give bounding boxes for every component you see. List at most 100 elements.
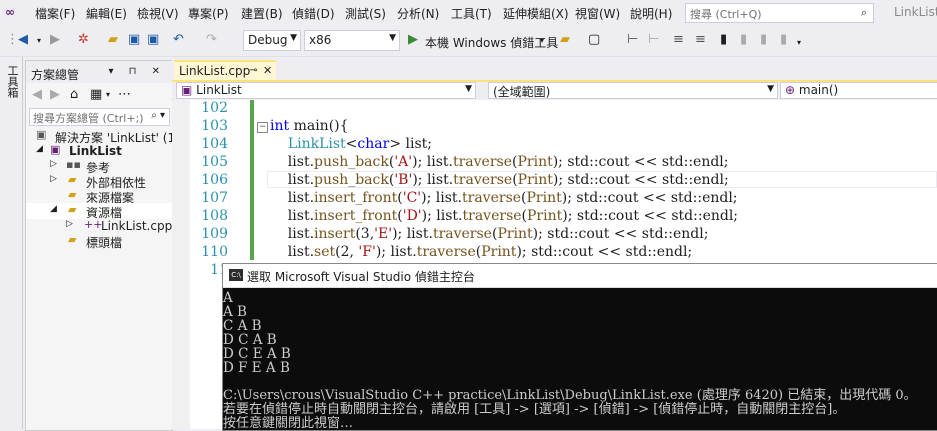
method-icon: ⊕ (785, 83, 796, 97)
function-token: Print (481, 244, 517, 260)
project-scope-select[interactable]: ▣ LinkList ▼ (176, 82, 476, 99)
menu-test[interactable]: 測試(S) (345, 5, 386, 22)
folder-open-icon: ▰ (68, 203, 77, 216)
prev-bookmark-icon[interactable]: ▮ (740, 32, 747, 47)
menu-debug[interactable]: 偵錯(D) (292, 5, 335, 22)
tree-item-label: LinkList (69, 144, 122, 158)
run-debugger-button[interactable]: 本機 Windows 偵錯工具 (425, 34, 558, 51)
search-icon[interactable]: ⌕ (861, 6, 867, 20)
line-number: 103 (201, 118, 228, 134)
save-icon[interactable]: ▣ (128, 32, 140, 47)
solution-explorer-toolbar: ◀ ▶ ⌂ ▦ ▾ ⋯ (26, 83, 172, 105)
method-token: push_back (314, 154, 389, 170)
back-icon[interactable]: ◀ (18, 32, 28, 47)
tree-item-project[interactable]: ◢ ▣ LinkList (26, 143, 172, 159)
console-title: 選取 Microsoft Visual Studio 偵錯主控台 (247, 270, 475, 284)
tree-item-solution[interactable]: ▣ 解決方案 'LinkList' (1 個 (26, 128, 191, 145)
bookmark-icon[interactable]: ▮ (720, 32, 727, 47)
tree-item-cpp-file[interactable]: ▷ ++ LinkList.cpp (26, 218, 172, 234)
pin-icon[interactable]: ⊸ (249, 65, 257, 76)
home-icon[interactable]: ⌂ (70, 87, 78, 102)
line-number: 110 (201, 244, 228, 260)
vs-logo-icon[interactable]: ∞ (5, 5, 15, 19)
save-all-icon[interactable]: ▣ (147, 32, 159, 47)
redo-icon[interactable]: ↷ (206, 32, 217, 47)
collapse-icon[interactable]: − (257, 122, 268, 133)
menu-tools[interactable]: 工具(T) (451, 5, 492, 22)
menu-project[interactable]: 專案(P) (188, 5, 229, 22)
function-token: Print (526, 190, 562, 206)
forward-icon[interactable]: ▶ (50, 87, 60, 102)
menu-analyze[interactable]: 分析(N) (397, 5, 439, 22)
back-icon[interactable]: ◀ (32, 87, 42, 102)
project-icon: ▣ (181, 83, 193, 97)
menu-window[interactable]: 視窗(W) (575, 5, 620, 22)
expand-icon[interactable]: ▷ (50, 159, 57, 169)
expand-icon[interactable]: ◢ (50, 204, 57, 214)
console-line: 按任意鍵關閉此視窗… (223, 416, 354, 431)
solution-explorer: 方案總管 ▾ ⊓ ✕ ◀ ▶ ⌂ ▦ ▾ ⋯ 搜尋方案總管 (Ctrl+;) ⌕… (25, 60, 191, 431)
solution-search-input[interactable]: 搜尋方案總管 (Ctrl+;) ⌕ ▾ (29, 108, 170, 126)
member-value: ⊕ main() (785, 83, 838, 97)
member-select[interactable]: ⊕ main() (780, 82, 937, 99)
hot-reload-icon[interactable]: ▰ (560, 32, 570, 47)
search-placeholder: 搜尋 (Ctrl+Q) (690, 8, 762, 21)
indicator-margin (172, 100, 190, 429)
code-line: list.insert_front('D'); list.traverse(Pr… (270, 208, 739, 224)
tree-item-references[interactable]: ▷ ▪▪ 參考 (26, 158, 172, 175)
console-title-bar[interactable]: C:\ 選取 Microsoft Visual Studio 偵錯主控台 (223, 264, 937, 288)
new-project-icon[interactable]: ✲ (78, 32, 89, 47)
search-input[interactable]: 搜尋 (Ctrl+Q) ⌕ (685, 3, 874, 23)
toolbox-label[interactable]: 工具箱 (4, 65, 20, 98)
undo-icon[interactable]: ↶ (173, 32, 184, 47)
config-select[interactable]: Debug ▼ (243, 30, 301, 51)
run-dropdown-icon[interactable]: ▾ (540, 36, 544, 45)
platform-select[interactable]: x86 ▼ (304, 30, 400, 51)
close-icon[interactable]: ✕ (263, 64, 272, 77)
menu-view[interactable]: 檢視(V) (137, 5, 179, 22)
open-file-icon[interactable]: ▰ (108, 32, 118, 47)
line-number: 104 (201, 136, 228, 152)
menu-edit[interactable]: 編輯(E) (86, 5, 127, 22)
expand-icon[interactable]: ◢ (36, 144, 43, 154)
panel-controls[interactable]: ▾ ⊓ ✕ (108, 66, 166, 77)
breakpoint-icon[interactable]: ⊢ (627, 32, 638, 47)
menu-file[interactable]: 檔案(F) (35, 5, 75, 22)
tree-item-source-files[interactable]: ▰ 來源檔案 (26, 188, 172, 205)
string-token: 'E' (374, 226, 393, 242)
solution-search-placeholder: 搜尋方案總管 (Ctrl+;) (33, 112, 144, 125)
tree-item-resource-files[interactable]: ◢ ▰ 資源檔 (26, 203, 172, 220)
search-icon[interactable]: ⌕ ▾ (151, 110, 165, 121)
method-token: insert_front (314, 208, 398, 224)
play-icon[interactable]: ▶ (408, 32, 418, 47)
switch-views-icon[interactable]: ▦ (90, 87, 102, 102)
member-label: main() (798, 83, 839, 97)
back-dropdown-icon[interactable]: ▾ (37, 36, 41, 45)
toolbox-strip[interactable]: 工具箱 (0, 57, 23, 429)
menu-extensions[interactable]: 延伸模組(X) (503, 5, 569, 22)
global-scope-select[interactable]: (全域範圍) ▼ (488, 82, 778, 99)
step-icon[interactable]: ⊢ (648, 32, 659, 47)
indent-icon[interactable]: ≡ (673, 32, 684, 47)
toolbar-overflow-icon[interactable]: ▾ (797, 38, 801, 47)
outdent-icon[interactable]: ≡ (695, 32, 706, 47)
config-value: Debug (248, 33, 288, 47)
console-icon: C:\ (229, 269, 243, 281)
debug-console-window[interactable]: C:\ 選取 Microsoft Visual Studio 偵錯主控台 A A… (222, 263, 937, 431)
more-icon[interactable]: ⋯ (118, 87, 131, 102)
tree-item-header-files[interactable]: ▰ 標頭檔 (26, 233, 172, 250)
expand-icon[interactable]: ▷ (66, 219, 73, 229)
tree-item-external-deps[interactable]: ▷ ▰ 外部相依性 (26, 173, 172, 190)
menu-build[interactable]: 建置(B) (241, 5, 283, 22)
chevron-down-icon[interactable]: ▾ (106, 90, 110, 99)
screenshot-icon[interactable]: ▢ (588, 32, 600, 47)
chevron-down-icon: ▼ (767, 84, 774, 94)
method-token: insert (314, 226, 356, 242)
tab-label: LinkList.cpp (179, 64, 251, 78)
tab-linklist-cpp[interactable]: LinkList.cpp ⊸ ✕ (174, 60, 276, 80)
menu-help[interactable]: 說明(H) (630, 5, 672, 22)
forward-icon[interactable]: ▶ (50, 32, 60, 47)
next-bookmark-icon[interactable]: ▮ (760, 32, 767, 47)
clear-bookmark-icon[interactable]: ▮ (780, 32, 787, 47)
expand-icon[interactable]: ▷ (50, 174, 57, 184)
